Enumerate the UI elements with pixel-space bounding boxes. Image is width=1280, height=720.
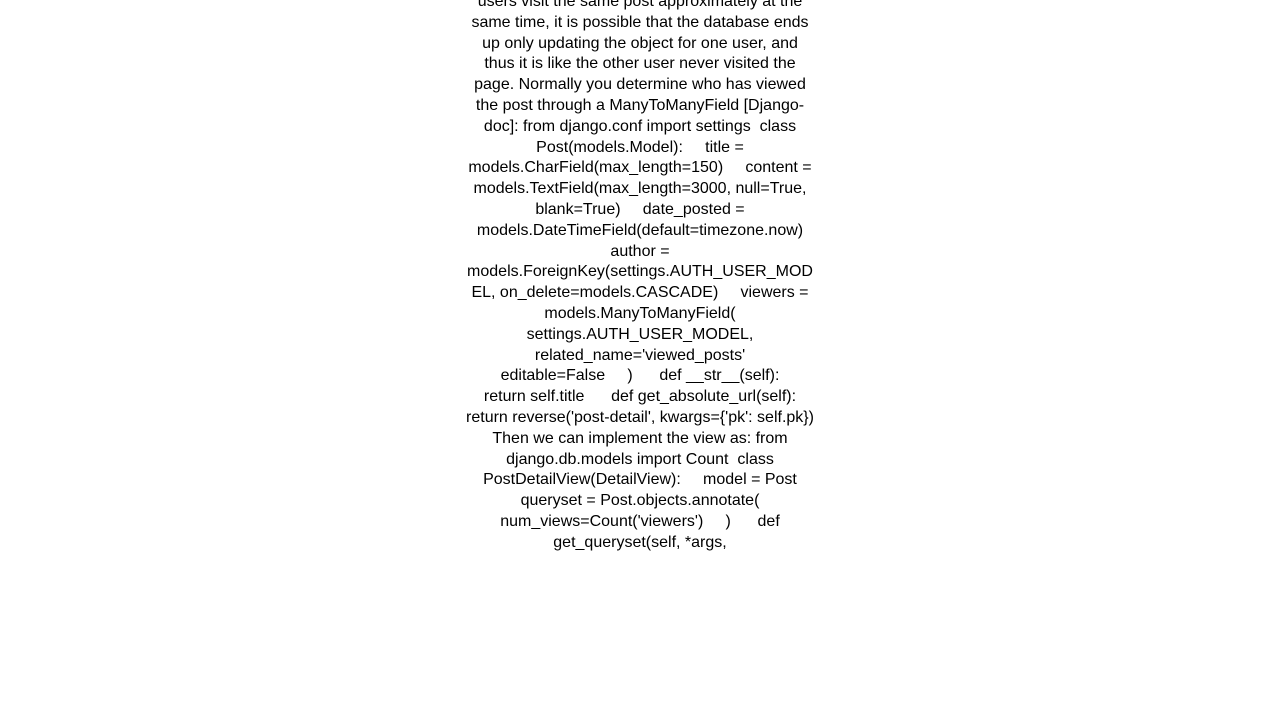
body-text: users visit the same post approximately … — [465, 0, 815, 554]
content-wrapper: users visit the same post approximately … — [465, 0, 815, 554]
